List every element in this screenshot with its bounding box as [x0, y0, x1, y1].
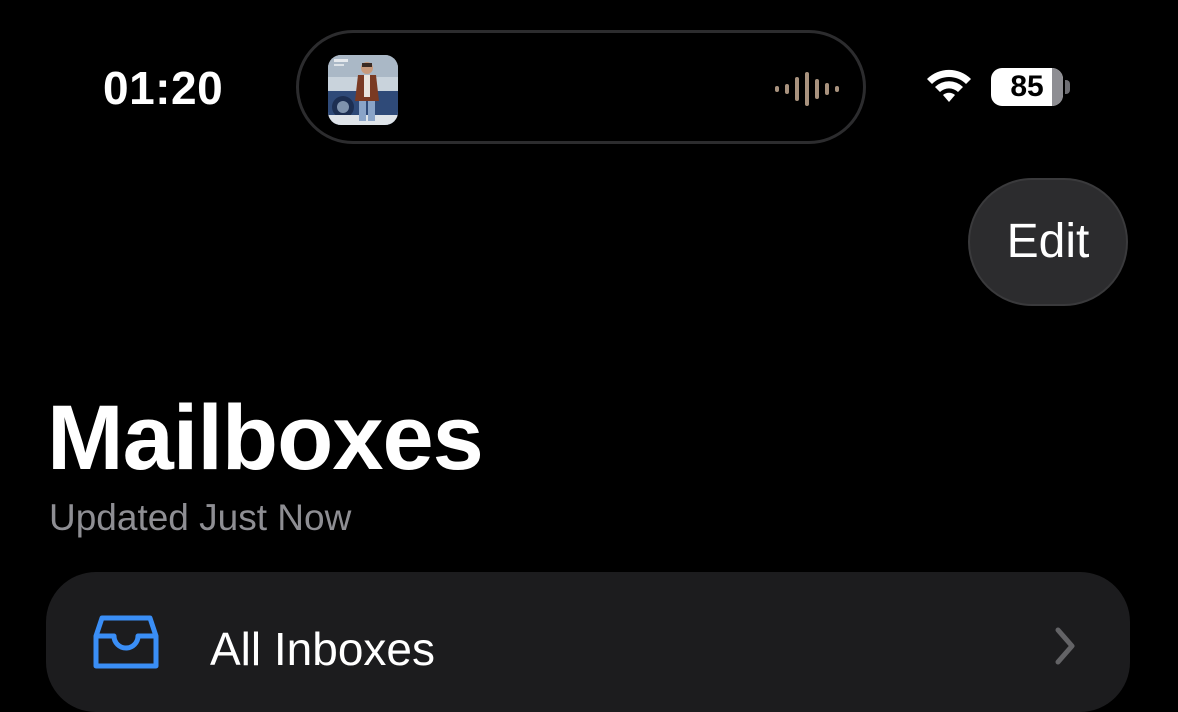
wifi-icon [927, 69, 971, 102]
mailbox-label: All Inboxes [210, 623, 436, 675]
tray-inbox-icon [93, 615, 159, 669]
mailboxes-list: All Inboxes [46, 572, 1130, 712]
battery-indicator: 85 [991, 68, 1071, 106]
album-art-icon [328, 55, 398, 125]
battery-nub [1065, 80, 1070, 94]
mailbox-row-all-inboxes[interactable]: All Inboxes [46, 572, 1130, 712]
status-time: 01:20 [103, 62, 224, 114]
page-title: Mailboxes [47, 387, 484, 489]
battery-body: 85 [991, 68, 1063, 106]
edit-button[interactable]: Edit [968, 178, 1128, 306]
audio-waveform-icon [775, 72, 839, 106]
last-updated-status: Updated Just Now [49, 497, 352, 538]
dynamic-island[interactable] [296, 30, 866, 144]
chevron-right-icon [1055, 627, 1075, 665]
album-art-thumbnail[interactable] [328, 55, 398, 125]
battery-level: 85 [1010, 70, 1044, 103]
